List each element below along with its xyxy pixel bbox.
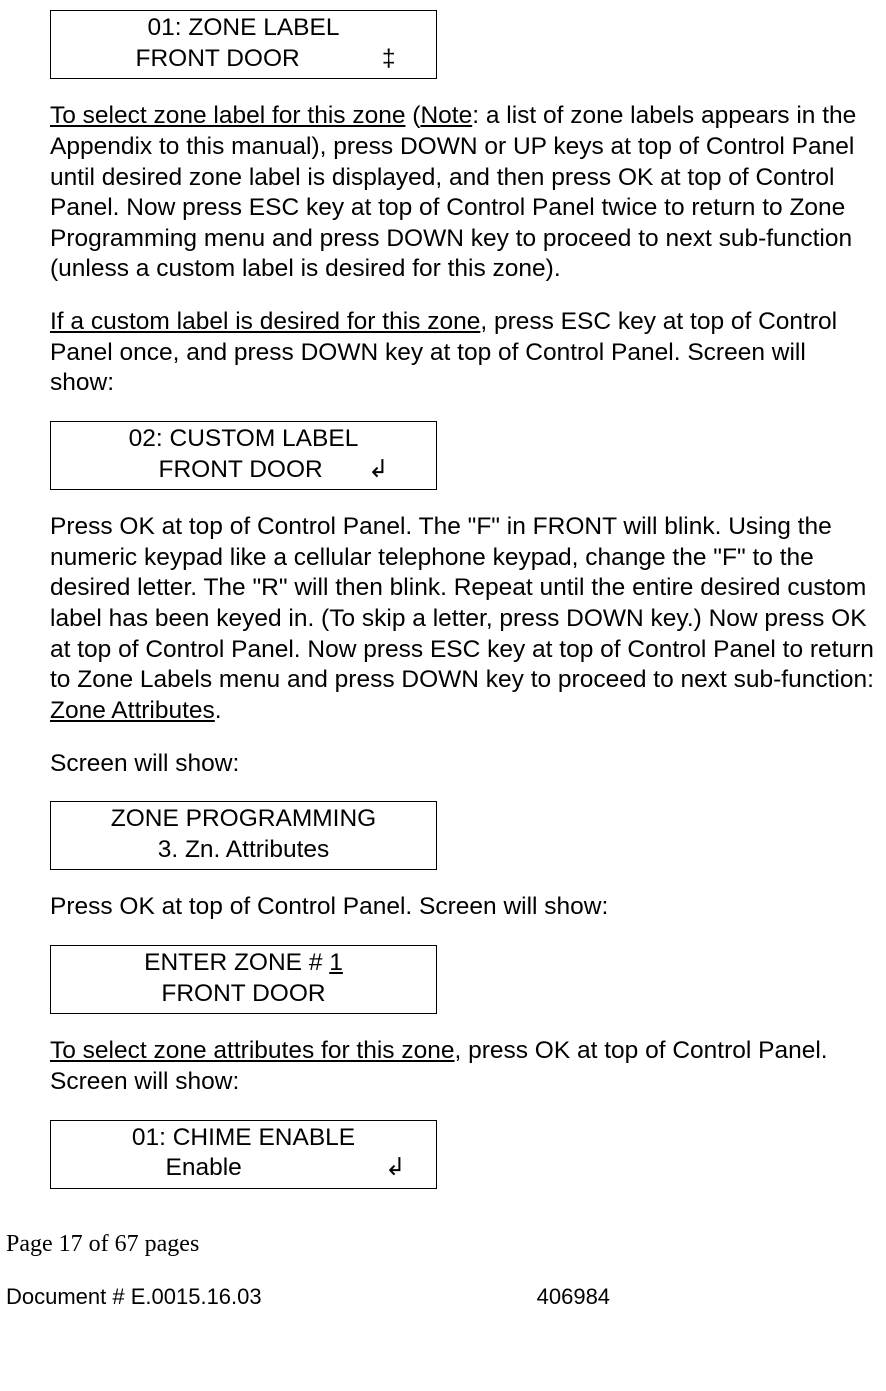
display-line-2: FRONT DOOR↲ [51, 455, 436, 486]
instruction-para-3: Press OK at top of Control Panel. The "F… [50, 512, 876, 726]
document-id: Document # E.0015.16.03 [6, 1284, 262, 1309]
lcd-display-zone-programming: ZONE PROGRAMMING 3. Zn. Attributes [50, 801, 437, 870]
instruction-para-4: Screen will show: [50, 749, 876, 780]
display-line-2: FRONT DOOR‡ [51, 44, 436, 75]
instruction-para-6: To select zone attributes for this zone,… [50, 1036, 876, 1097]
scroll-icon: ‡ [382, 44, 396, 75]
display-line-1: 01: CHIME ENABLE [51, 1123, 436, 1154]
display-line-2: 3. Zn. Attributes [51, 835, 436, 866]
page-number: Page 17 of 67 pages [0, 1199, 886, 1259]
enter-icon: ↲ [368, 455, 389, 486]
document-number: 406984 [537, 1283, 610, 1311]
display-line-2: Enable↲ [51, 1153, 436, 1184]
lcd-display-zone-label: 01: ZONE LABEL FRONT DOOR‡ [50, 10, 437, 79]
lcd-display-chime-enable: 01: CHIME ENABLE Enable↲ [50, 1120, 437, 1189]
display-line-1: 02: CUSTOM LABEL [51, 424, 436, 455]
instruction-para-5: Press OK at top of Control Panel. Screen… [50, 892, 876, 923]
document-footer: Document # E.0015.16.03 406984 [0, 1259, 886, 1311]
display-line-1: ZONE PROGRAMMING [51, 804, 436, 835]
enter-icon: ↲ [385, 1153, 406, 1184]
lcd-display-enter-zone: ENTER ZONE # 1 FRONT DOOR [50, 945, 437, 1014]
display-line-1: 01: ZONE LABEL [51, 13, 436, 44]
display-line-1: ENTER ZONE # 1 [51, 948, 436, 979]
instruction-para-1: To select zone label for this zone (Note… [50, 101, 876, 285]
instruction-para-2: If a custom label is desired for this zo… [50, 307, 876, 399]
lcd-display-custom-label: 02: CUSTOM LABEL FRONT DOOR↲ [50, 421, 437, 490]
display-line-2: FRONT DOOR [51, 979, 436, 1010]
